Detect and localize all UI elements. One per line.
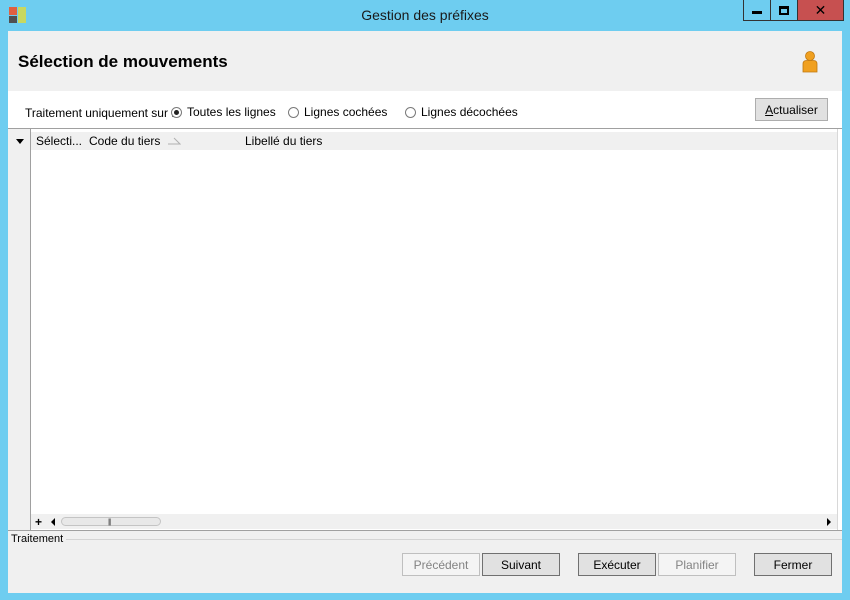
filter-options: Traitement uniquement sur : Toutes les l…	[8, 92, 842, 128]
radio-unchecked-lines-indicator[interactable]	[405, 106, 416, 118]
radio-checked-lines-indicator[interactable]	[288, 106, 299, 118]
refresh-button[interactable]: Actualiser	[755, 98, 828, 121]
scroll-thumb[interactable]: |||	[61, 517, 161, 526]
user-icon[interactable]	[801, 51, 819, 73]
sort-ascending-icon	[168, 137, 181, 145]
close-window-button[interactable]: ✕	[797, 0, 844, 21]
expand-arrow-icon[interactable]	[16, 139, 24, 144]
grid-column-headers: Sélecti... Code du tiers Libellé du tier…	[31, 132, 837, 150]
grip-icon: |||	[108, 519, 112, 526]
schedule-button[interactable]: Planifier	[658, 553, 736, 576]
minimize-icon	[752, 11, 762, 14]
maximize-button[interactable]	[770, 0, 798, 21]
radio-all-lines-indicator[interactable]	[171, 106, 182, 118]
app-window: Gestion des préfixes ✕ Sélection de mouv…	[0, 0, 850, 600]
scroll-left-icon[interactable]	[51, 518, 55, 526]
scroll-right-icon[interactable]	[827, 518, 831, 526]
radio-unchecked-lines-label: Lignes décochées	[421, 105, 518, 119]
horizontal-scrollbar[interactable]: + |||	[31, 514, 837, 529]
movements-grid[interactable]: Sélecti... Code du tiers Libellé du tier…	[8, 128, 842, 531]
page-title: Sélection de mouvements	[18, 52, 228, 71]
window-title: Gestion des préfixes	[361, 7, 489, 23]
refresh-button-label: ctualiser	[773, 102, 818, 117]
refresh-button-accelerator: A	[765, 102, 774, 117]
radio-all-lines-label: Toutes les lignes	[187, 105, 276, 119]
grid-row-header	[8, 129, 31, 530]
column-header-selection[interactable]: Sélecti...	[36, 134, 82, 148]
grid-right-border	[837, 129, 838, 530]
radio-checked-lines-label: Lignes cochées	[304, 105, 388, 119]
execute-button[interactable]: Exécuter	[578, 553, 656, 576]
radio-checked-lines[interactable]: Lignes cochées	[288, 105, 387, 119]
close-icon: ✕	[814, 2, 827, 18]
client-area: Sélection de mouvements Traitement uniqu…	[8, 31, 842, 593]
status-label: Traitement	[11, 533, 64, 545]
column-header-code[interactable]: Code du tiers	[89, 134, 160, 148]
column-header-label[interactable]: Libellé du tiers	[245, 134, 322, 148]
status-separator	[66, 539, 842, 540]
radio-all-lines[interactable]: Toutes les lignes	[171, 105, 276, 119]
previous-button[interactable]: Précédent	[402, 553, 480, 576]
radio-unchecked-lines[interactable]: Lignes décochées	[405, 105, 518, 119]
title-bar[interactable]: Gestion des préfixes ✕	[0, 0, 850, 30]
close-button[interactable]: Fermer	[754, 553, 832, 576]
minimize-button[interactable]	[743, 0, 771, 21]
maximize-icon	[779, 5, 789, 15]
page-header: Sélection de mouvements	[8, 31, 842, 91]
filter-label: Traitement uniquement sur :	[25, 106, 175, 120]
add-row-icon[interactable]: +	[35, 515, 42, 529]
next-button[interactable]: Suivant	[482, 553, 560, 576]
